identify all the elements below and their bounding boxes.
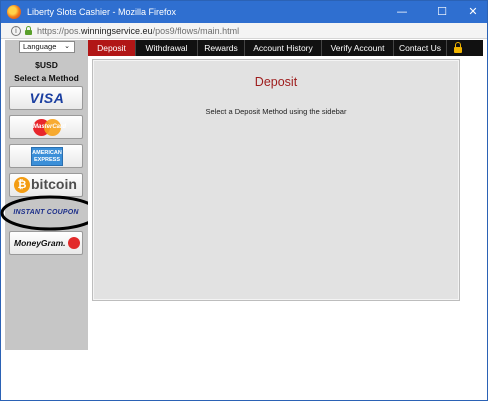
- url-path: /pos9/flows/main.html: [152, 26, 240, 36]
- moneygram-button[interactable]: MoneyGram.: [9, 231, 83, 255]
- moneygram-icon: [68, 237, 80, 249]
- title-bar[interactable]: Liberty Slots Cashier - Mozilla Firefox …: [1, 1, 487, 23]
- payment-sidebar: Language ⌄ $USD Select a Method VISA Mas…: [0, 40, 100, 350]
- minimize-button[interactable]: —: [385, 1, 419, 23]
- tab-rewards[interactable]: Rewards: [198, 40, 245, 56]
- visa-button[interactable]: VISA: [9, 86, 83, 110]
- maximize-button[interactable]: ☐: [425, 1, 459, 23]
- visa-logo: VISA: [29, 90, 65, 106]
- close-button[interactable]: ✕: [456, 1, 488, 23]
- page-viewport: Language ⌄ $USD Select a Method VISA Mas…: [0, 40, 483, 400]
- chevron-down-icon: ⌄: [64, 43, 70, 50]
- tab-verify-account[interactable]: Verify Account: [322, 40, 394, 56]
- tab-contact-us[interactable]: Contact Us: [394, 40, 447, 56]
- currency-label: $USD: [35, 60, 58, 70]
- secure-lock-icon[interactable]: [25, 26, 32, 35]
- instruction-text: Select a Deposit Method using the sideba…: [205, 107, 347, 116]
- language-select-value: Language: [23, 42, 57, 51]
- cashier-nav: Deposit Withdrawal Rewards Account Histo…: [88, 40, 483, 56]
- url-text[interactable]: https://pos.winningservice.eu/pos9/flows…: [37, 25, 239, 37]
- tab-account-history[interactable]: Account History: [245, 40, 322, 56]
- language-select[interactable]: Language ⌄: [19, 41, 75, 53]
- url-domain: winningservice.eu: [81, 26, 153, 36]
- page-blank-area: [5, 350, 88, 400]
- content-area: Deposit Select a Deposit Method using th…: [88, 56, 483, 350]
- mastercard-logo: MasterCard: [33, 119, 67, 136]
- browser-window: Liberty Slots Cashier - Mozilla Firefox …: [0, 0, 488, 401]
- amex-logo: AMERICAN EXPRESS: [31, 147, 63, 166]
- page-title: Deposit: [254, 75, 298, 89]
- tab-withdrawal[interactable]: Withdrawal: [136, 40, 198, 56]
- moneygram-logo-text: MoneyGram.: [14, 238, 66, 248]
- amex-button[interactable]: AMERICAN EXPRESS: [9, 144, 83, 168]
- tab-deposit[interactable]: Deposit: [88, 40, 136, 56]
- address-bar[interactable]: i https://pos.winningservice.eu/pos9/flo…: [1, 23, 487, 39]
- info-icon[interactable]: i: [11, 26, 21, 36]
- bitcoin-logo-text: bitcoin: [31, 176, 77, 192]
- bitcoin-icon: ₿: [14, 177, 30, 193]
- deposit-panel: Deposit Select a Deposit Method using th…: [92, 59, 460, 301]
- window-title: Liberty Slots Cashier - Mozilla Firefox: [27, 7, 177, 17]
- amex-logo-text: AMERICAN EXPRESS: [32, 150, 62, 163]
- firefox-icon: [7, 5, 21, 19]
- highlight-circle-annotation: [0, 195, 100, 231]
- select-method-heading: Select a Method: [14, 73, 79, 83]
- url-prefix: https://pos.: [37, 26, 82, 36]
- lock-icon: [454, 42, 462, 53]
- mastercard-logo-text: MasterCard: [33, 124, 67, 130]
- mastercard-button[interactable]: MasterCard: [9, 115, 83, 139]
